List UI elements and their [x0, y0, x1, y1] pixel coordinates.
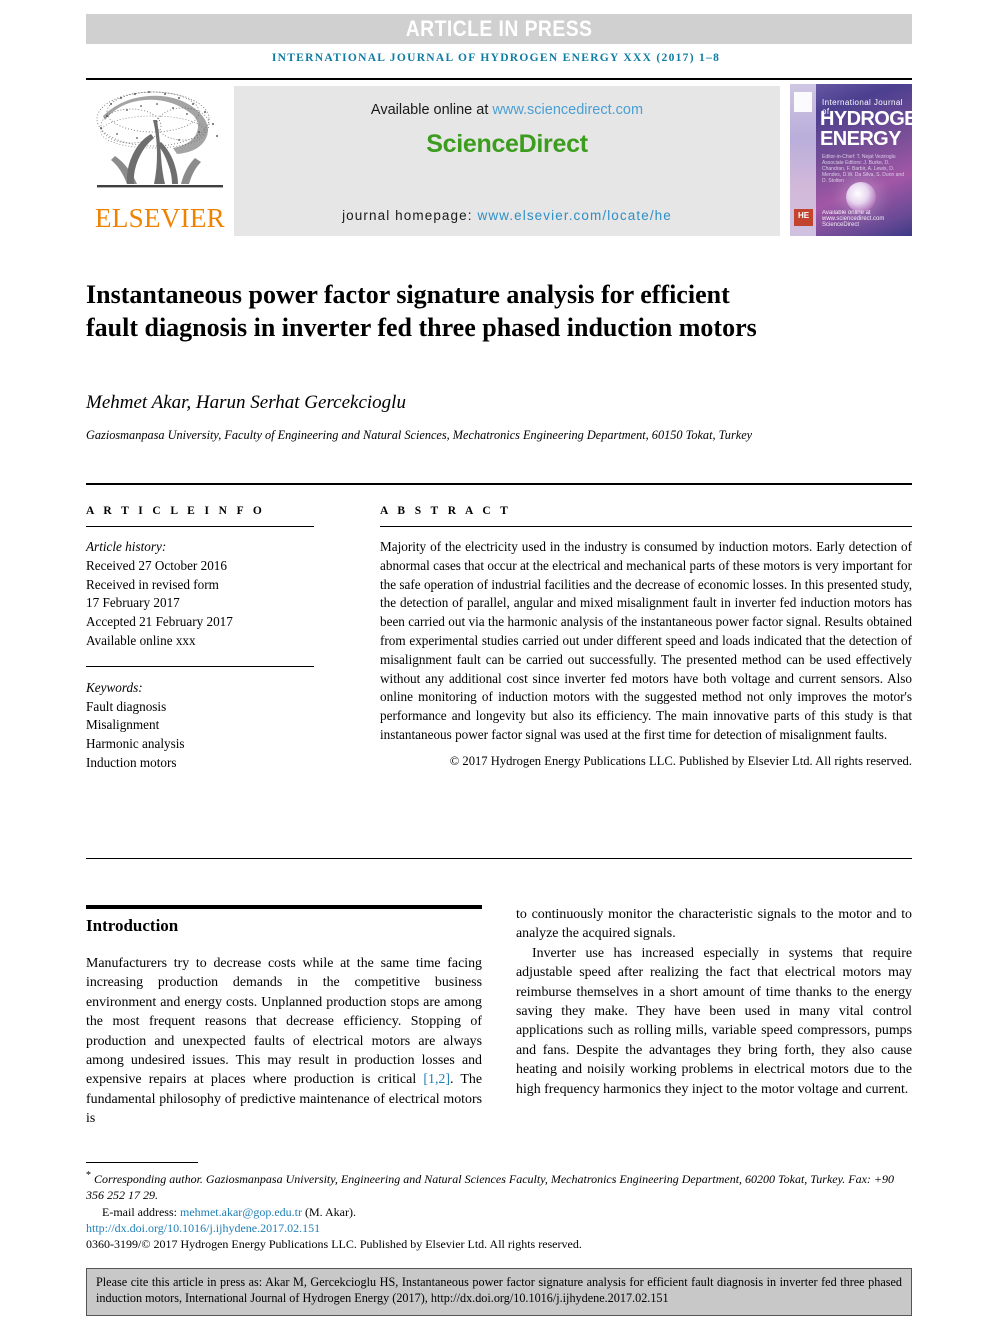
sciencedirect-wordmark: ScienceDirect — [426, 130, 588, 158]
email-label: E-mail address: — [102, 1204, 180, 1219]
body-column-right: to continuously monitor the characterist… — [516, 905, 912, 1099]
introduction-paragraph-left: Manufacturers try to decrease costs whil… — [86, 954, 482, 1129]
cover-editors: Editor-in-Chief: T. Nejat Veziroglu Asso… — [822, 154, 904, 184]
abstract-copyright: © 2017 Hydrogen Energy Publications LLC.… — [449, 753, 912, 768]
cover-title-line1: HYDROGEN — [820, 108, 912, 130]
issn-copyright-line: 0360-3199/© 2017 Hydrogen Energy Publica… — [86, 1237, 582, 1252]
intro-text-part-a: Manufacturers try to decrease costs whil… — [86, 956, 482, 1088]
sciencedirect-block: Available online at www.sciencedirect.co… — [234, 86, 780, 236]
article-page: ARTICLE IN PRESS INTERNATIONAL JOURNAL O… — [0, 0, 992, 1323]
journal-homepage-label: journal homepage: — [342, 208, 478, 223]
keyword-item: Induction motors — [86, 754, 177, 770]
article-history-label: Article history: — [86, 539, 167, 554]
author-list: Mehmet Akar, Harun Serhat Gercekcioglu — [86, 392, 846, 414]
author-names: Mehmet Akar, Harun Serhat Gercekcioglu — [86, 392, 406, 413]
footnote-rule — [86, 1162, 198, 1163]
journal-homepage-line: journal homepage: www.elsevier.com/locat… — [234, 208, 780, 223]
body-column-left: Introduction Manufacturers try to decrea… — [86, 905, 482, 1129]
elsevier-tree-icon — [91, 86, 229, 204]
introduction-paragraphs-right: to continuously monitor the characterist… — [516, 905, 912, 1099]
article-history-item: 17 February 2017 — [86, 595, 180, 611]
email-link[interactable]: mehmet.akar@gop.edu.tr — [180, 1205, 302, 1219]
masthead: ELSEVIER Available online at www.science… — [86, 78, 912, 240]
affiliation: Gaziosmanpasa University, Faculty of Eng… — [86, 428, 753, 442]
sciencedirect-url-link[interactable]: www.sciencedirect.com — [492, 102, 643, 118]
article-history-item: Accepted 21 February 2017 — [86, 614, 233, 630]
cover-he-badge-icon — [794, 209, 813, 226]
journal-homepage-link[interactable]: www.elsevier.com/locate/he — [477, 208, 671, 223]
keyword-item: Misalignment — [86, 717, 160, 733]
cover-footer-text: Available online at www.sciencedirect.co… — [822, 210, 885, 228]
article-history-item: Received 27 October 2016 — [86, 557, 227, 573]
keywords-label: Keywords: — [86, 679, 143, 695]
right-paragraph-1: to continuously monitor the characterist… — [516, 907, 912, 942]
abstract-text: Majority of the electricity used in the … — [380, 539, 912, 742]
article-history-block: Article history: Received 27 October 201… — [86, 538, 324, 651]
abstract-section-bottom-rule — [86, 858, 912, 859]
article-history-item: Received in revised form — [86, 576, 219, 592]
citation-box-text: Please cite this article in press as: Ak… — [96, 1275, 902, 1305]
journal-cover-image: International Journal of HYDROGEN ENERGY… — [790, 84, 912, 236]
keyword-item: Fault diagnosis — [86, 698, 167, 714]
citation-ref-1-2[interactable]: [1,2] — [423, 1072, 450, 1087]
email-suffix: (M. Akar). — [302, 1204, 356, 1219]
article-history-item: Available online xxx — [86, 632, 196, 648]
introduction-rule — [86, 905, 482, 909]
abstract-heading: A B S T R A C T — [380, 505, 512, 517]
email-line: E-mail address: mehmet.akar@gop.edu.tr (… — [86, 1204, 912, 1220]
cover-elsevier-mark-icon — [794, 92, 812, 112]
keywords-block: Keywords: Fault diagnosis Misalignment H… — [86, 679, 324, 773]
elsevier-wordmark: ELSEVIER — [95, 203, 225, 233]
cover-title-line2: ENERGY — [820, 128, 901, 150]
article-info-column: A R T I C L E I N F O Article history: R… — [86, 505, 324, 773]
corresponding-author-text: Corresponding author. Gaziosmanpasa Univ… — [86, 1172, 895, 1203]
introduction-heading: Introduction — [86, 916, 179, 935]
article-in-press-label: ARTICLE IN PRESS — [405, 16, 593, 41]
doi-line: http://dx.doi.org/10.1016/j.ijhydene.201… — [86, 1220, 912, 1236]
corresponding-author-marker: * — [86, 1170, 91, 1181]
keywords-separator-rule — [86, 665, 314, 667]
corresponding-author-line: * Corresponding author. Gaziosmanpasa Un… — [86, 1168, 912, 1204]
article-info-rule — [86, 526, 314, 527]
doi-link[interactable]: http://dx.doi.org/10.1016/j.ijhydene.201… — [86, 1221, 320, 1235]
abstract-rule — [380, 526, 912, 527]
abstract-section-top-rule — [86, 483, 912, 485]
elsevier-logo: ELSEVIER — [86, 80, 234, 238]
footnote-block: * Corresponding author. Gaziosmanpasa Un… — [86, 1168, 912, 1252]
abstract-column: A B S T R A C T Majority of the electric… — [380, 505, 912, 769]
keyword-item: Harmonic analysis — [86, 736, 185, 752]
journal-running-head: INTERNATIONAL JOURNAL OF HYDROGEN ENERGY… — [271, 52, 721, 64]
cover-orb-graphic — [846, 182, 876, 212]
available-online-line: Available online at www.sciencedirect.co… — [234, 86, 780, 118]
available-online-prefix: Available online at — [370, 102, 493, 118]
right-paragraph-2: Inverter use has increased especially in… — [516, 945, 912, 1097]
article-in-press-banner: ARTICLE IN PRESS — [86, 14, 912, 44]
citation-box: Please cite this article in press as: Ak… — [86, 1268, 912, 1316]
page-title: Instantaneous power factor signature ana… — [86, 280, 757, 343]
article-info-heading: A R T I C L E I N F O — [86, 505, 266, 517]
